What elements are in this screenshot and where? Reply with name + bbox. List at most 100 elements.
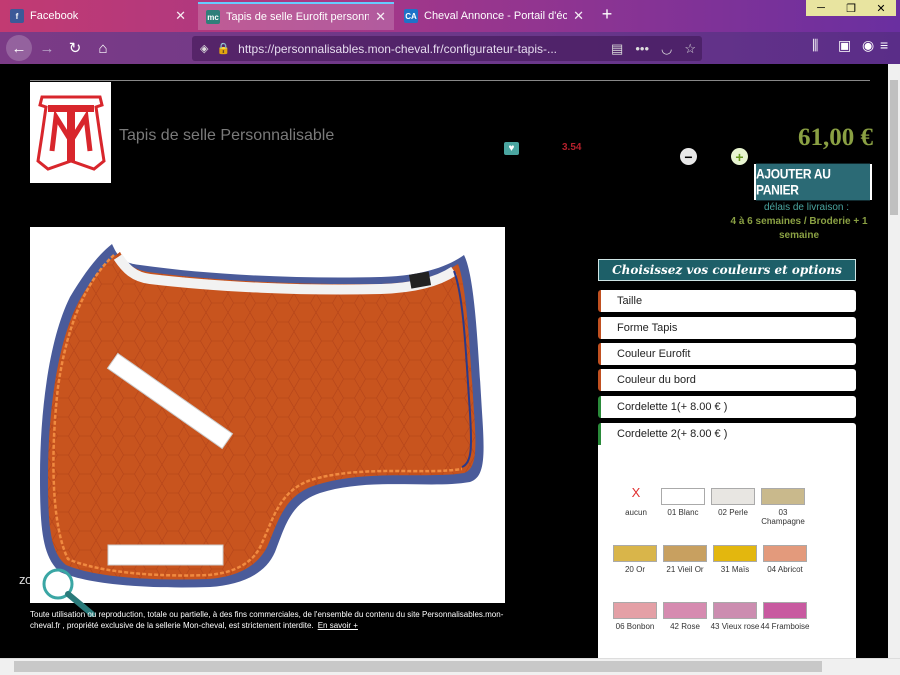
close-icon[interactable]: ✕: [375, 9, 386, 25]
swatch-color: [661, 488, 705, 505]
color-swatch-panel: X aucun 01 Blanc 02 Perle 03 Champagne 2…: [598, 445, 856, 658]
bookmark-star-icon[interactable]: ☆: [684, 41, 696, 57]
swatch-framboise[interactable]: 44 Framboise: [760, 602, 810, 631]
swatch-color: [663, 602, 707, 619]
reload-button[interactable]: ↻: [64, 37, 86, 59]
quantity-increase-button[interactable]: +: [731, 148, 748, 165]
vertical-scroll-thumb[interactable]: [890, 80, 898, 215]
brand-logo[interactable]: [30, 82, 111, 183]
back-button[interactable]: ←: [6, 35, 32, 61]
options-header: Choisissez vos couleurs et options: [598, 259, 856, 281]
reload-icon: ↻: [68, 40, 82, 57]
swatch-color: [663, 545, 707, 562]
maximize-button[interactable]: ❐: [836, 0, 866, 16]
delivery-time: 4 à 6 semaines / Broderie + 1 semaine: [730, 216, 868, 241]
product-image[interactable]: [30, 227, 505, 603]
swatch-color: [613, 602, 657, 619]
swatch-color: [613, 545, 657, 562]
swatch-label: 44 Framboise: [760, 622, 810, 631]
divider: [30, 80, 870, 81]
rating-score: 3.54: [562, 142, 582, 153]
product-title: Tapis de selle Personnalisable: [119, 127, 335, 144]
swatch-champagne[interactable]: 03 Champagne: [758, 488, 808, 526]
page-content: Tapis de selle Personnalisable ♥ 3.54 61…: [0, 64, 888, 658]
swatch-label: 21 Vieil Or: [666, 565, 704, 574]
shield-icon: ◈: [200, 43, 209, 55]
swatch-color: [713, 602, 757, 619]
swatch-label: 03 Champagne: [761, 508, 805, 526]
swatch-vieux-rose[interactable]: 43 Vieux rose: [710, 602, 760, 631]
swatch-label: 01 Blanc: [667, 508, 699, 517]
add-to-cart-label: AJOUTER AU PANIER: [756, 163, 870, 201]
swatch-color: [763, 602, 807, 619]
swatch-blanc[interactable]: 01 Blanc: [658, 488, 708, 517]
swatch-label: 02 Perle: [718, 508, 748, 517]
facebook-icon: f: [10, 9, 24, 23]
sidebar-icon[interactable]: ▣: [838, 37, 851, 54]
more-actions-icon[interactable]: •••: [635, 41, 649, 56]
menu-icon[interactable]: ≡: [880, 37, 888, 53]
arrow-left-icon: ←: [11, 39, 27, 57]
swatch-label: 31 Maïs: [720, 565, 750, 574]
swatch-vieil-or[interactable]: 21 Vieil Or: [660, 545, 710, 574]
arrow-right-icon: →: [39, 39, 55, 57]
mc-monogram-logo: [35, 95, 106, 171]
swatch-label: aucun: [625, 508, 647, 517]
swatch-abricot[interactable]: 04 Abricot: [760, 545, 810, 574]
tab-title: Cheval Annonce - Portail d'éch: [424, 10, 568, 22]
add-to-cart-button[interactable]: AJOUTER AU PANIER: [754, 163, 872, 201]
pocket-icon[interactable]: ◡: [661, 41, 672, 57]
navigation-toolbar: ← → ↻ ⌂ ◈ 🔒 https://personnalisables.mon…: [0, 32, 900, 64]
new-tab-button[interactable]: +: [596, 4, 618, 25]
swatch-color: [761, 488, 805, 505]
home-button[interactable]: ⌂: [92, 37, 114, 59]
swatch-label: 20 Or: [624, 565, 645, 574]
swatch-perle[interactable]: 02 Perle: [708, 488, 758, 517]
swatch-color: [763, 545, 807, 562]
swatch-bonbon[interactable]: 06 Bonbon: [610, 602, 660, 631]
tab-title: Facebook: [30, 10, 79, 22]
copyright-text: Toute utilisation ou reproduction, total…: [30, 610, 504, 630]
swatch-label: 06 Bonbon: [615, 622, 655, 631]
option-cord-1[interactable]: Cordelette 1(+ 8.00 € ): [598, 396, 856, 418]
tab-tapis-de-selle[interactable]: mc Tapis de selle Eurofit personnal ✕: [198, 2, 394, 30]
swatch-or[interactable]: 20 Or: [610, 545, 660, 574]
swatch-label: 43 Vieux rose: [710, 622, 760, 631]
library-icon[interactable]: ⫼: [812, 37, 818, 54]
horizontal-scroll-thumb[interactable]: [14, 661, 822, 672]
swatch-rose[interactable]: 42 Rose: [660, 602, 710, 631]
reader-view-icon[interactable]: ▤: [611, 41, 623, 57]
cheval-annonce-icon: CA: [404, 9, 418, 23]
tab-facebook[interactable]: f Facebook ✕: [2, 2, 194, 30]
close-icon[interactable]: ✕: [573, 8, 584, 24]
option-border-color[interactable]: Couleur du bord: [598, 369, 856, 391]
window-close-button[interactable]: ✕: [866, 0, 896, 16]
account-icon[interactable]: ◉: [862, 37, 874, 54]
x-icon: X: [631, 485, 641, 500]
learn-more-link[interactable]: En savoir +: [318, 621, 358, 630]
close-icon[interactable]: ✕: [175, 8, 186, 24]
swatch-color: [711, 488, 755, 505]
tab-cheval-annonce[interactable]: CA Cheval Annonce - Portail d'éch ✕: [396, 2, 592, 30]
url-bar[interactable]: ◈ 🔒 https://personnalisables.mon-cheval.…: [192, 36, 702, 61]
product-price: 61,00 €: [798, 124, 873, 151]
heart-icon[interactable]: ♥: [504, 142, 519, 155]
saddle-pad-image: [40, 244, 484, 588]
forward-button[interactable]: →: [36, 37, 58, 59]
quantity-decrease-button[interactable]: −: [680, 148, 697, 165]
copyright-notice: Toute utilisation ou reproduction, total…: [30, 609, 510, 631]
minimize-button[interactable]: ─: [806, 0, 836, 16]
swatch-none[interactable]: X aucun: [611, 485, 661, 517]
option-pad-shape[interactable]: Forme Tapis: [598, 317, 856, 339]
swatch-label: 42 Rose: [670, 622, 700, 631]
url-text: https://personnalisables.mon-cheval.fr/c…: [238, 41, 557, 56]
mon-cheval-icon: mc: [206, 10, 220, 24]
option-size[interactable]: Taille: [598, 290, 856, 312]
lock-icon: 🔒: [216, 43, 231, 55]
home-icon: ⌂: [98, 39, 108, 57]
option-eurofit-color[interactable]: Couleur Eurofit: [598, 343, 856, 365]
swatch-color: [713, 545, 757, 562]
swatch-label: 04 Abricot: [767, 565, 803, 574]
option-cord-2[interactable]: Cordelette 2(+ 8.00 € ): [598, 423, 856, 445]
swatch-mais[interactable]: 31 Maïs: [710, 545, 760, 574]
